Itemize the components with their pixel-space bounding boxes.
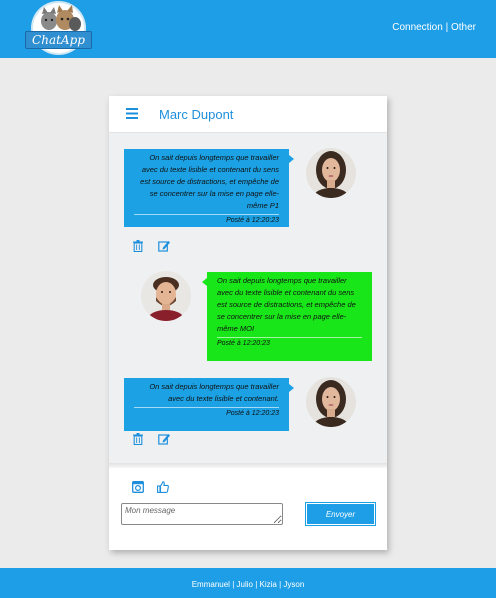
message-input[interactable] xyxy=(121,503,283,525)
footer-separator: | xyxy=(279,580,282,589)
edit-icon[interactable] xyxy=(158,240,170,252)
top-nav: Connection | Other xyxy=(392,22,476,33)
message-timestamp: Posté à 12:20:23 xyxy=(226,217,279,224)
footer: Emmanuel | Julio | Kizia | Jyson xyxy=(0,568,496,598)
trash-icon[interactable] xyxy=(132,433,144,445)
message-text: On sait depuis longtemps que travailler … xyxy=(217,276,356,333)
thumbs-up-icon[interactable] xyxy=(157,481,169,493)
footer-link-emmanuel[interactable]: Emmanuel xyxy=(192,580,230,589)
edit-icon[interactable] xyxy=(158,433,170,445)
other-link[interactable]: Other xyxy=(451,22,476,33)
image-upload-icon[interactable] xyxy=(132,481,144,493)
message-text: On sait depuis longtemps que travailler … xyxy=(140,153,279,210)
hamburger-menu-icon[interactable] xyxy=(126,108,138,119)
header: ChatApp Connection | Other xyxy=(0,0,496,58)
message-list[interactable]: On sait depuis longtemps que travailler … xyxy=(109,133,387,463)
footer-separator: | xyxy=(232,580,235,589)
woman-avatar xyxy=(306,377,356,427)
message-bubble: On sait depuis longtemps que travailler … xyxy=(202,272,372,361)
logo-text: ChatApp xyxy=(25,31,92,49)
woman-avatar-icon xyxy=(306,377,356,427)
man-avatar xyxy=(141,271,191,321)
chat-card: Marc Dupont On sait depuis longtemps que… xyxy=(109,96,387,550)
message-text: On sait depuis longtemps que travailler … xyxy=(149,382,279,403)
man-avatar-icon xyxy=(141,271,191,321)
trash-icon[interactable] xyxy=(132,240,144,252)
footer-link-kizia[interactable]: Kizia xyxy=(260,580,277,589)
composer-divider xyxy=(109,463,387,468)
send-button[interactable]: Envoyer xyxy=(306,503,375,525)
woman-avatar xyxy=(306,148,356,198)
nav-separator: | xyxy=(445,22,449,33)
footer-link-julio[interactable]: Julio xyxy=(237,580,253,589)
app-logo[interactable]: ChatApp xyxy=(25,1,92,55)
footer-separator: | xyxy=(255,580,258,589)
message-bubble: On sait depuis longtemps que travailler … xyxy=(124,378,294,431)
woman-avatar-icon xyxy=(306,148,356,198)
cats-logo-icon xyxy=(41,5,81,31)
contact-name: Marc Dupont xyxy=(159,107,234,122)
footer-link-jyson[interactable]: Jyson xyxy=(283,580,304,589)
message-bubble: On sait depuis longtemps que travailler … xyxy=(124,149,294,227)
connection-link[interactable]: Connection xyxy=(392,22,443,33)
message-timestamp: Posté à 12:20:23 xyxy=(217,340,270,347)
chat-header: Marc Dupont xyxy=(109,96,387,133)
message-timestamp: Posté à 12:20:23 xyxy=(226,410,279,417)
